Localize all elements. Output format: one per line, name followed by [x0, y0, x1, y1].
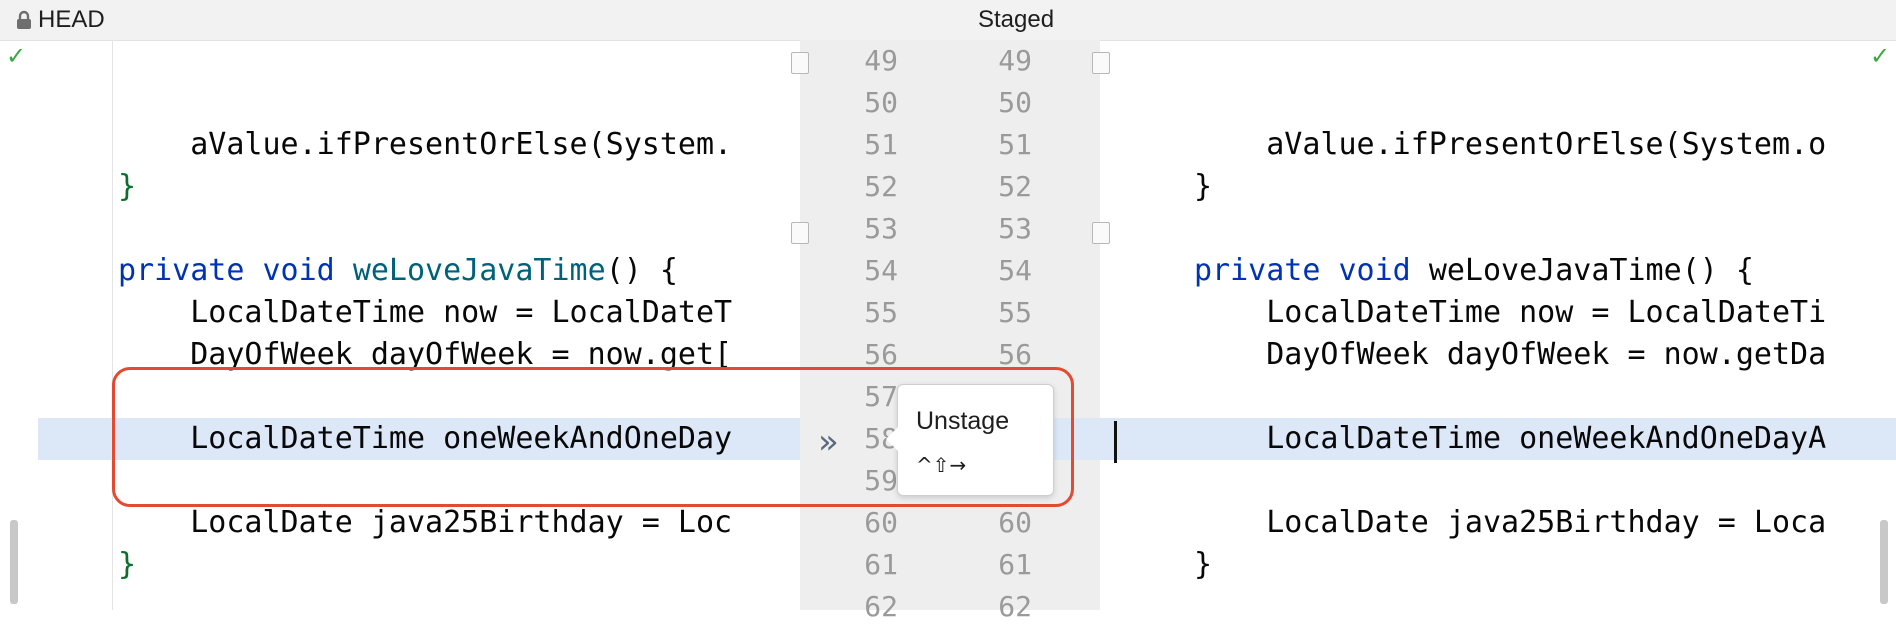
- right-line-number: 51: [998, 128, 1032, 161]
- code-line[interactable]: }: [1100, 166, 1896, 208]
- left-line-number: 61: [864, 548, 898, 581]
- left-line-number: 51: [864, 128, 898, 161]
- left-line-number: 52: [864, 170, 898, 203]
- fold-marker-icon[interactable]: [1092, 52, 1110, 74]
- unstage-label[interactable]: Unstage: [916, 407, 1009, 436]
- code-line[interactable]: LocalDateTime oneWeekAndOneDayA: [1100, 418, 1896, 460]
- code-text: }: [1194, 166, 1212, 208]
- unstage-tooltip[interactable]: Unstage ^⇧→: [886, 384, 1054, 496]
- left-line-number: 50: [864, 86, 898, 119]
- left-line-number: 55: [864, 296, 898, 329]
- code-line[interactable]: }: [1100, 544, 1896, 586]
- right-line-number: 50: [998, 86, 1032, 119]
- code-text: aValue.ifPresentOrElse(System.: [118, 124, 732, 166]
- code-token: private: [118, 253, 263, 288]
- code-line[interactable]: [0, 208, 800, 250]
- fold-marker-icon[interactable]: [791, 52, 809, 74]
- code-line[interactable]: [1100, 208, 1896, 250]
- code-token: LocalDateTime now = LocalDateT: [118, 295, 733, 330]
- code-text: }: [118, 166, 136, 208]
- head-label-group: HEAD: [16, 6, 105, 34]
- text-caret: [1114, 421, 1117, 463]
- code-token: aValue.ifPresentOrElse(System.o: [1194, 127, 1827, 162]
- code-line[interactable]: LocalDateTime now = LocalDateT: [0, 292, 800, 334]
- right-editor-pane[interactable]: aValue.ifPresentOrElse(System.o} private …: [1100, 40, 1896, 610]
- tooltip-pointer: [886, 427, 898, 451]
- code-line[interactable]: }: [0, 544, 800, 586]
- code-line[interactable]: aValue.ifPresentOrElse(System.o: [1100, 124, 1896, 166]
- code-token: }: [118, 169, 137, 204]
- scrollbar-right[interactable]: [1880, 520, 1888, 604]
- code-line[interactable]: [1100, 376, 1896, 418]
- code-text: }: [118, 544, 136, 586]
- head-title: HEAD: [38, 6, 105, 33]
- code-token: private: [1194, 253, 1339, 288]
- staged-title: Staged: [978, 6, 1055, 33]
- code-line[interactable]: private void weLoveJavaTime() {: [0, 250, 800, 292]
- code-line[interactable]: [0, 40, 800, 82]
- code-line[interactable]: private void weLoveJavaTime() {: [1100, 250, 1896, 292]
- left-line-number: 49: [864, 44, 898, 77]
- code-text: aValue.ifPresentOrElse(System.o: [1194, 124, 1826, 166]
- code-token: LocalDate java25Birthday = Loca: [1194, 505, 1827, 540]
- right-line-number: 53: [998, 212, 1032, 245]
- code-line[interactable]: [0, 82, 800, 124]
- code-token: LocalDateTime now = LocalDateTi: [1194, 295, 1827, 330]
- code-text: LocalDateTime oneWeekAndOneDayA: [1194, 418, 1826, 460]
- right-line-number: 55: [998, 296, 1032, 329]
- left-editor-pane[interactable]: aValue.ifPresentOrElse(System.} private v…: [0, 40, 800, 610]
- code-token: }: [1194, 169, 1213, 204]
- left-line-number: 54: [864, 254, 898, 287]
- code-text: private void weLoveJavaTime() {: [1194, 250, 1754, 292]
- right-line-number: 61: [998, 548, 1032, 581]
- code-line[interactable]: }: [0, 166, 800, 208]
- code-token: }: [1194, 547, 1213, 582]
- left-line-number: 53: [864, 212, 898, 245]
- right-line-number: 60: [998, 506, 1032, 539]
- code-token: LocalDate java25Birthday = Loc: [118, 505, 733, 540]
- scrollbar-left[interactable]: [10, 520, 18, 604]
- code-token: () {: [605, 253, 678, 288]
- check-icon: ✓: [6, 42, 27, 70]
- code-line[interactable]: [1100, 40, 1896, 82]
- code-token: () {: [1681, 253, 1754, 288]
- right-line-number: 54: [998, 254, 1032, 287]
- code-token: aValue.ifPresentOrElse(System.: [118, 127, 733, 162]
- code-text: private void weLoveJavaTime() {: [118, 250, 678, 292]
- code-token: }: [118, 547, 137, 582]
- code-text: LocalDate java25Birthday = Loca: [1194, 502, 1826, 544]
- fold-marker-icon[interactable]: [1092, 222, 1110, 244]
- code-token: weLoveJavaTime: [1428, 253, 1682, 288]
- right-line-number: 62: [998, 590, 1032, 623]
- code-text: LocalDate java25Birthday = Loc: [118, 502, 732, 544]
- check-icon: ✓: [1870, 42, 1891, 70]
- code-line[interactable]: LocalDateTime now = LocalDateTi: [1100, 292, 1896, 334]
- code-line[interactable]: aValue.ifPresentOrElse(System.: [0, 124, 800, 166]
- fold-marker-icon[interactable]: [791, 222, 809, 244]
- right-line-number: 52: [998, 170, 1032, 203]
- lock-icon: [17, 10, 31, 29]
- code-line[interactable]: [1100, 460, 1896, 502]
- right-line-number: 49: [998, 44, 1032, 77]
- code-line[interactable]: LocalDate java25Birthday = Loc: [0, 502, 800, 544]
- unstage-shortcut: ^⇧→: [916, 453, 967, 477]
- code-line[interactable]: [1100, 82, 1896, 124]
- code-token: void: [262, 253, 353, 288]
- code-text: LocalDateTime now = LocalDateT: [118, 292, 732, 334]
- code-text: }: [1194, 544, 1212, 586]
- left-line-number: 60: [864, 506, 898, 539]
- code-token: LocalDateTime oneWeekAndOneDayA: [1194, 421, 1827, 456]
- left-line-number: 62: [864, 590, 898, 623]
- code-line[interactable]: LocalDate java25Birthday = Loca: [1100, 502, 1896, 544]
- diff-header: HEAD Staged: [0, 0, 1896, 41]
- code-line[interactable]: DayOfWeek dayOfWeek = now.getDa: [1100, 334, 1896, 376]
- code-token: DayOfWeek dayOfWeek = now.getDa: [1194, 337, 1827, 372]
- diff-gutter: 49 50 51 52 53 54 55 56 57 58 59 60 61 62 49 50 51 52 53 54…: [800, 40, 1100, 623]
- code-token: void: [1338, 253, 1429, 288]
- code-text: DayOfWeek dayOfWeek = now.getDa: [1194, 334, 1826, 376]
- code-text: LocalDateTime now = LocalDateTi: [1194, 292, 1826, 334]
- code-token: weLoveJavaTime: [352, 253, 606, 288]
